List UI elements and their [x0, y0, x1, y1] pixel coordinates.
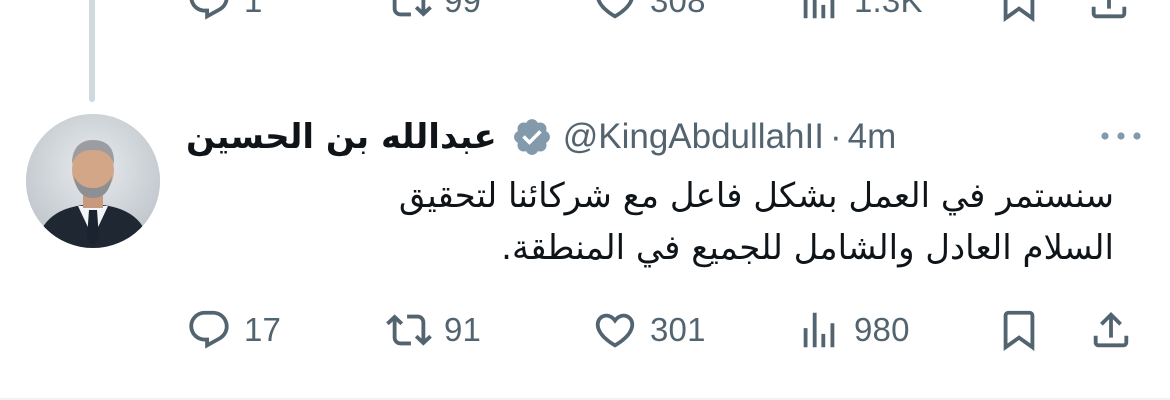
prev-reply-button[interactable]: 1	[186, 0, 263, 24]
prev-retweet-button[interactable]: 99	[386, 0, 481, 24]
prev-views-count: 1.3K	[854, 0, 923, 19]
views-button[interactable]: 980	[796, 307, 910, 353]
prev-retweet-count: 99	[444, 0, 482, 19]
display-name[interactable]: عبدالله بن الحسين	[186, 117, 497, 157]
more-options-button[interactable]	[1096, 118, 1146, 154]
separator-dot: ·	[829, 117, 842, 156]
share-icon	[1086, 0, 1132, 24]
share-icon	[1088, 307, 1134, 353]
reply-button[interactable]: 17	[186, 307, 281, 353]
bookmark-icon	[996, 307, 1042, 353]
like-count: 301	[650, 311, 706, 348]
retweet-count: 91	[444, 311, 482, 348]
heart-icon	[592, 0, 638, 24]
prev-like-button[interactable]: 308	[592, 0, 706, 24]
tweet-text: سنستمر في العمل بشكل فاعل مع شركائنا لتح…	[186, 170, 1114, 274]
retweet-button[interactable]: 91	[386, 307, 481, 353]
heart-icon	[592, 307, 638, 353]
prev-like-count: 308	[650, 0, 706, 19]
views-icon	[796, 0, 842, 24]
tweet-header: عبدالله بن الحسين @KingAbdullahII · 4m	[186, 110, 1146, 164]
views-count: 980	[854, 311, 910, 348]
prev-reply-count: 1	[244, 0, 263, 19]
thread-connector-line	[89, 0, 95, 102]
reply-icon	[186, 307, 232, 353]
avatar[interactable]	[26, 114, 160, 248]
prev-share-button[interactable]	[1086, 0, 1132, 24]
retweet-icon	[386, 307, 432, 353]
prev-views-button[interactable]: 1.3K	[796, 0, 923, 24]
reply-count: 17	[244, 311, 282, 348]
reply-icon	[186, 0, 232, 24]
tweet-text-line: السلام العادل والشامل للجميع في المنطقة.	[501, 228, 1114, 268]
bookmark-icon	[996, 0, 1042, 24]
retweet-icon	[386, 0, 432, 24]
user-handle[interactable]: @KingAbdullahII	[563, 117, 824, 157]
tweet-thread: 1 99 308 1.3K عبدالله بن الحسين @KingAbd…	[0, 0, 1170, 400]
share-button[interactable]	[1088, 307, 1134, 353]
more-icon	[1101, 132, 1141, 140]
like-button[interactable]: 301	[592, 307, 706, 353]
tweet-text-line: سنستمر في العمل بشكل فاعل مع شركائنا لتح…	[398, 176, 1114, 216]
timestamp[interactable]: 4m	[848, 117, 897, 157]
prev-bookmark-button[interactable]	[996, 0, 1042, 24]
previous-tweet-action-bar: 1 99 308 1.3K	[186, 0, 1170, 38]
verified-badge-icon	[513, 119, 550, 155]
views-icon	[796, 307, 842, 353]
bookmark-button[interactable]	[996, 307, 1042, 353]
